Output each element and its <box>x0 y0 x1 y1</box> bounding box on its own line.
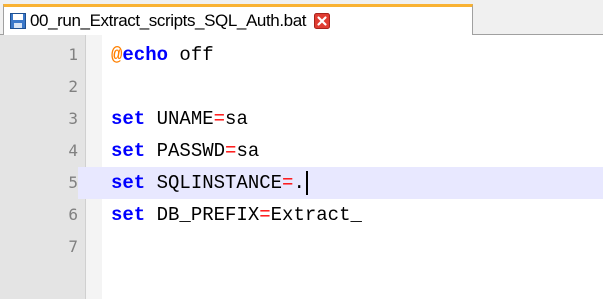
code-line[interactable]: 3 set UNAME=sa <box>0 103 603 135</box>
code-text: set DB_PREFIX=Extract_ <box>111 199 362 231</box>
text-caret <box>305 170 308 195</box>
code-rest: off <box>168 44 214 66</box>
code-editor[interactable]: 1 @echo off 2 3 set UNAME=sa 4 set PASSW… <box>0 35 603 299</box>
code-line[interactable]: 7 <box>0 231 603 263</box>
code-line[interactable]: 1 @echo off <box>0 39 603 71</box>
line-number: 1 <box>68 45 78 64</box>
operator: = <box>225 140 237 162</box>
keyword: set <box>111 204 146 226</box>
save-file-icon <box>10 13 26 29</box>
code-line[interactable]: 2 <box>0 71 603 103</box>
code-line[interactable]: 4 set PASSWD=sa <box>0 135 603 167</box>
keyword: echo <box>122 44 169 66</box>
keyword: set <box>111 140 146 162</box>
code-text: @echo off <box>111 39 214 71</box>
code-line-current[interactable]: 5 set SQLINSTANCE=. <box>0 167 603 199</box>
keyword: set <box>111 108 146 130</box>
keyword: set <box>111 172 146 194</box>
variable-value: sa <box>236 140 260 162</box>
variable-name: DB_PREFIX <box>145 204 260 226</box>
code-line[interactable]: 6 set DB_PREFIX=Extract_ <box>0 199 603 231</box>
code-text: set PASSWD=sa <box>111 135 259 167</box>
line-number: 5 <box>0 167 78 199</box>
close-icon[interactable] <box>314 13 331 29</box>
at-sign: @ <box>111 44 123 66</box>
code-text: set UNAME=sa <box>111 103 248 135</box>
tab-active-file[interactable]: 00_run_Extract_scripts_SQL_Auth.bat <box>3 4 473 35</box>
variable-value: . <box>293 172 305 194</box>
line-number: 6 <box>68 205 78 224</box>
variable-name: PASSWD <box>145 140 226 162</box>
variable-value: Extract_ <box>270 204 362 226</box>
operator: = <box>213 108 226 130</box>
variable-name: UNAME <box>145 108 214 130</box>
operator: = <box>282 172 294 194</box>
operator: = <box>259 204 271 226</box>
line-number: 3 <box>68 109 78 128</box>
variable-value: sa <box>225 108 248 130</box>
tab-bar: 00_run_Extract_scripts_SQL_Auth.bat <box>0 0 603 35</box>
code-text: set SQLINSTANCE=. <box>111 167 308 199</box>
tab-label: 00_run_Extract_scripts_SQL_Auth.bat <box>30 11 307 30</box>
line-number: 2 <box>68 77 78 96</box>
variable-name: SQLINSTANCE <box>145 172 283 194</box>
line-number: 4 <box>68 141 78 160</box>
editor-window: 00_run_Extract_scripts_SQL_Auth.bat 1 @e… <box>0 0 603 299</box>
line-number: 7 <box>68 237 78 256</box>
